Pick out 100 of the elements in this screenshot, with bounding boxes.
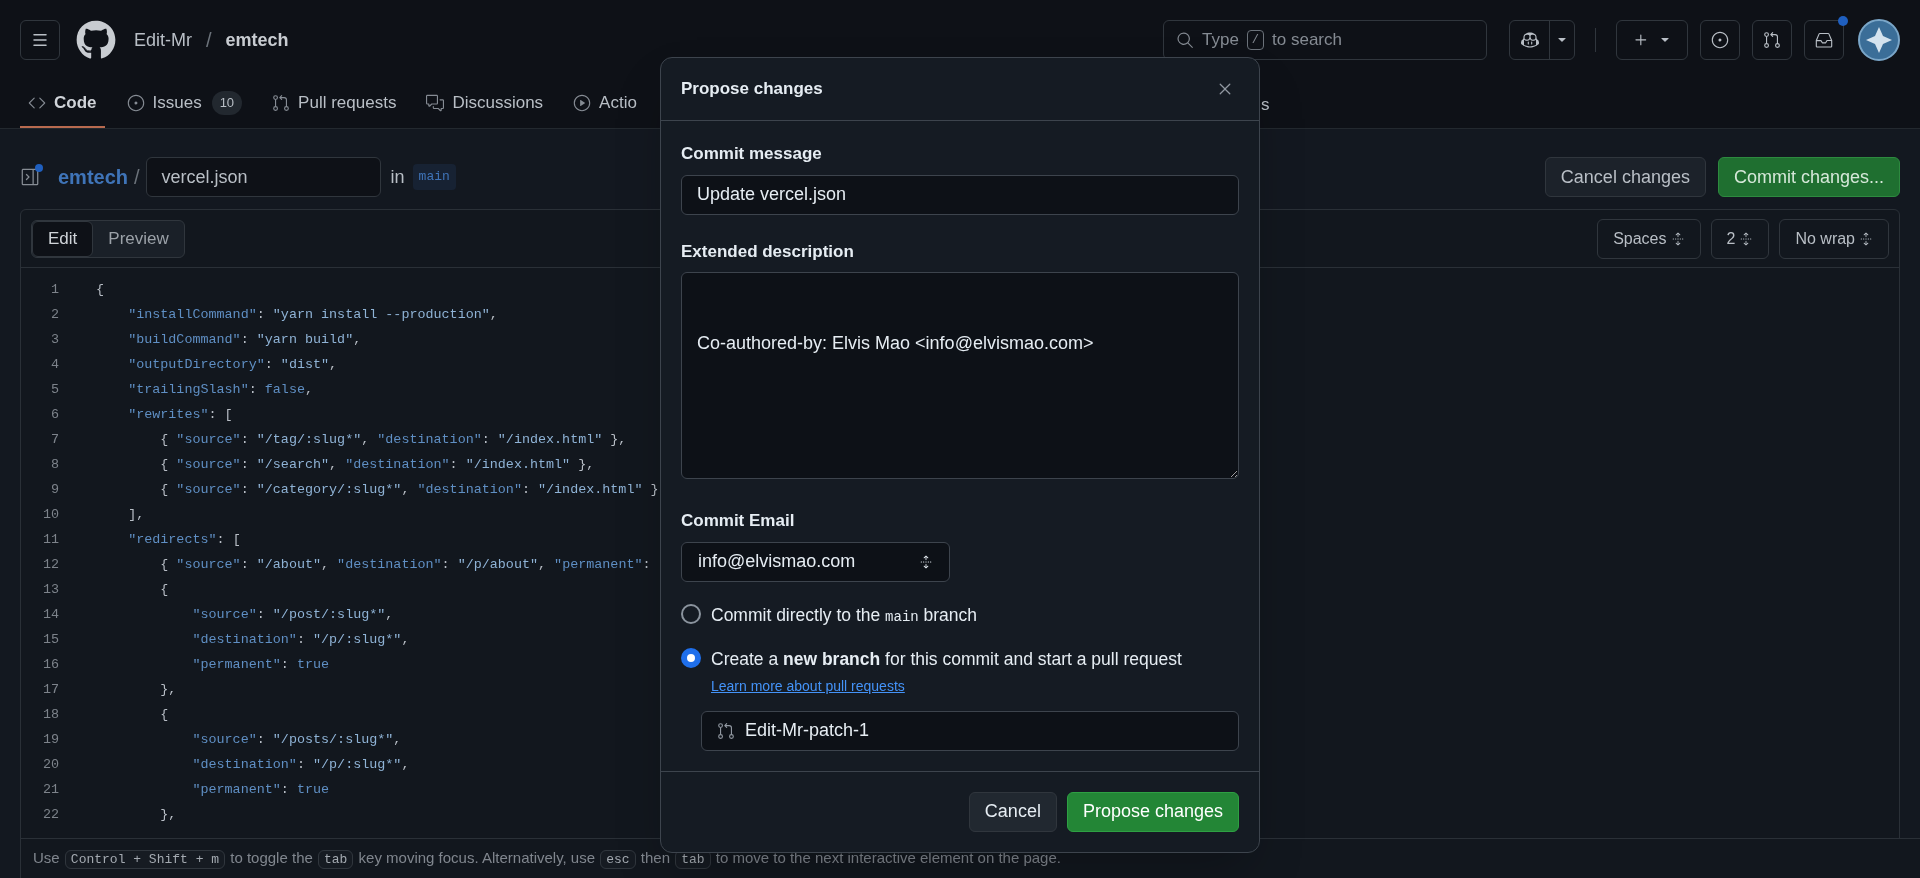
- line-number: 12: [41, 556, 59, 575]
- count-badge: 10: [211, 91, 243, 115]
- code-line: { "source": "/about", "destination": "/p/about", "permanent":: [159, 556, 651, 575]
- radio-label: Create a new branch for this commit and start a pull request Learn more about pull requests: [711, 647, 1183, 696]
- menu-icon: [31, 31, 49, 49]
- propose-changes-button[interactable]: Propose changes: [1066, 791, 1239, 832]
- line-number: 5: [49, 381, 59, 400]
- code-line: {: [159, 706, 169, 725]
- code-line: "source": "/posts/:slug*",: [191, 731, 402, 750]
- line-number: 1: [49, 281, 59, 300]
- code-line: "installCommand": "yarn install --production",: [127, 306, 498, 325]
- field-label: Commit message: [681, 143, 823, 165]
- code-line: "trailingSlash": false,: [127, 381, 313, 400]
- code-line: { "source": "/search", "destination": "/index.html" },: [159, 456, 595, 475]
- editor-option-select[interactable]: Spaces: [1597, 218, 1701, 259]
- email-select[interactable]: info@elvismao.com: [681, 541, 950, 582]
- repo-link[interactable]: emtech: [225, 26, 289, 54]
- commit-message-field[interactable]: Update vercel.json: [681, 174, 1239, 215]
- mode-tab[interactable]: Preview: [93, 220, 184, 257]
- line-number: 18: [41, 706, 59, 725]
- mode-tab[interactable]: Edit: [32, 220, 94, 257]
- field-label: Commit Email: [681, 510, 796, 532]
- dialog-title: Propose changes: [681, 78, 823, 101]
- code-line: "buildCommand": "yarn build",: [127, 331, 362, 350]
- line-number: 17: [41, 681, 59, 700]
- radio-button[interactable]: [681, 647, 701, 668]
- search-hint: to search: [1272, 29, 1342, 52]
- search-icon: [1176, 31, 1194, 49]
- code-line: "destination": "/p/:slug*",: [191, 756, 410, 775]
- line-number: 8: [49, 456, 59, 475]
- line-number: 6: [49, 406, 59, 425]
- line-number: 13: [41, 581, 59, 600]
- repo-tab[interactable]: Code: [20, 80, 105, 128]
- inbox-icon: [1815, 31, 1833, 49]
- code-line: {: [96, 281, 105, 300]
- repo-tab[interactable]: Issues 10: [118, 80, 251, 128]
- branch-name-field[interactable]: Edit-Mr-patch-1: [701, 710, 1239, 751]
- line-number: 14: [41, 606, 59, 625]
- line-number: 22: [41, 806, 59, 825]
- line-number: 2: [49, 306, 59, 325]
- branch-label: main: [412, 164, 456, 190]
- repo-tab[interactable]: Pull requests: [264, 80, 405, 128]
- code-line: "redirects": [: [127, 531, 241, 550]
- radio-label: Commit directly to the main branch: [711, 603, 978, 627]
- code-line: ],: [127, 506, 145, 525]
- editor-option-select[interactable]: No wrap: [1779, 218, 1889, 259]
- line-number: 10: [41, 506, 59, 525]
- field-label: Extended description: [681, 240, 855, 263]
- filename-field[interactable]: vercel.json: [145, 157, 381, 197]
- radio-button[interactable]: [681, 603, 701, 624]
- pull-request-icon: [1763, 31, 1781, 49]
- repo-link[interactable]: emtech: [58, 162, 129, 192]
- repo-tab[interactable]: s: [1261, 92, 1270, 118]
- discussion-icon: [426, 94, 445, 112]
- search-hint: Type: [1202, 29, 1239, 52]
- slash-key: /: [1246, 30, 1265, 50]
- pull-requests-button[interactable]: [1752, 20, 1792, 60]
- line-number: 20: [41, 756, 59, 775]
- copilot-icon: [1520, 31, 1539, 49]
- line-number: 3: [49, 331, 59, 350]
- code-line: "destination": "/p/:slug*",: [191, 631, 410, 650]
- line-number: 4: [49, 356, 59, 375]
- repo-tab[interactable]: Discussions: [418, 80, 552, 128]
- avatar[interactable]: [1858, 19, 1900, 61]
- pull-request-icon: [272, 94, 291, 112]
- owner-link[interactable]: Edit-Mr: [134, 26, 192, 54]
- cancel-button[interactable]: Cancel changes: [1544, 157, 1706, 197]
- code-line: },: [159, 681, 177, 700]
- line-number: 9: [49, 481, 59, 500]
- line-number: 16: [41, 656, 59, 675]
- in-label: in: [390, 165, 405, 189]
- code-line: "source": "/post/:slug*",: [191, 606, 394, 625]
- github-logo-icon[interactable]: [76, 20, 116, 60]
- code-line: { "source": "/tag/:slug*", "destination": "/index.html" },: [159, 431, 627, 450]
- menu-button[interactable]: [20, 20, 60, 60]
- learn-more-link[interactable]: Learn more about pull requests: [711, 677, 905, 694]
- code-line: "rewrites": [: [127, 406, 233, 425]
- pull-request-icon: [717, 721, 735, 740]
- line-number: 21: [41, 781, 59, 800]
- issue-icon: [1711, 31, 1729, 49]
- sidebar-toggle-icon[interactable]: [20, 167, 40, 187]
- cancel-button[interactable]: Cancel: [968, 791, 1057, 832]
- issue-icon: [126, 94, 145, 112]
- editor-option-select[interactable]: 2: [1710, 218, 1770, 259]
- issues-button[interactable]: [1700, 20, 1740, 60]
- code-line: "outputDirectory": "dist",: [127, 356, 338, 375]
- code-line: {: [159, 581, 169, 600]
- commit-button[interactable]: Commit changes...: [1717, 157, 1900, 197]
- line-number: 7: [49, 431, 59, 450]
- path-separator: /: [206, 28, 212, 53]
- line-number: 19: [41, 731, 59, 750]
- code-line: { "source": "/category/:slug*", "destination": "/index.html" }: [159, 481, 659, 500]
- code-line: },: [159, 806, 177, 825]
- description-field[interactable]: Co-authored-by: Elvis Mao <info@elvismao.com>: [681, 272, 1239, 479]
- help-text: Use Control + Shift + m to toggle the tab key moving focus. Alternatively, use esc then tab to move to the next interactive element on the page.: [33, 848, 1061, 870]
- line-number: 15: [41, 631, 59, 650]
- line-number: 11: [41, 531, 59, 550]
- code-line: "permanent": true: [191, 656, 330, 675]
- path-separator: /: [134, 165, 140, 190]
- repo-tab[interactable]: Actio: [565, 80, 645, 128]
